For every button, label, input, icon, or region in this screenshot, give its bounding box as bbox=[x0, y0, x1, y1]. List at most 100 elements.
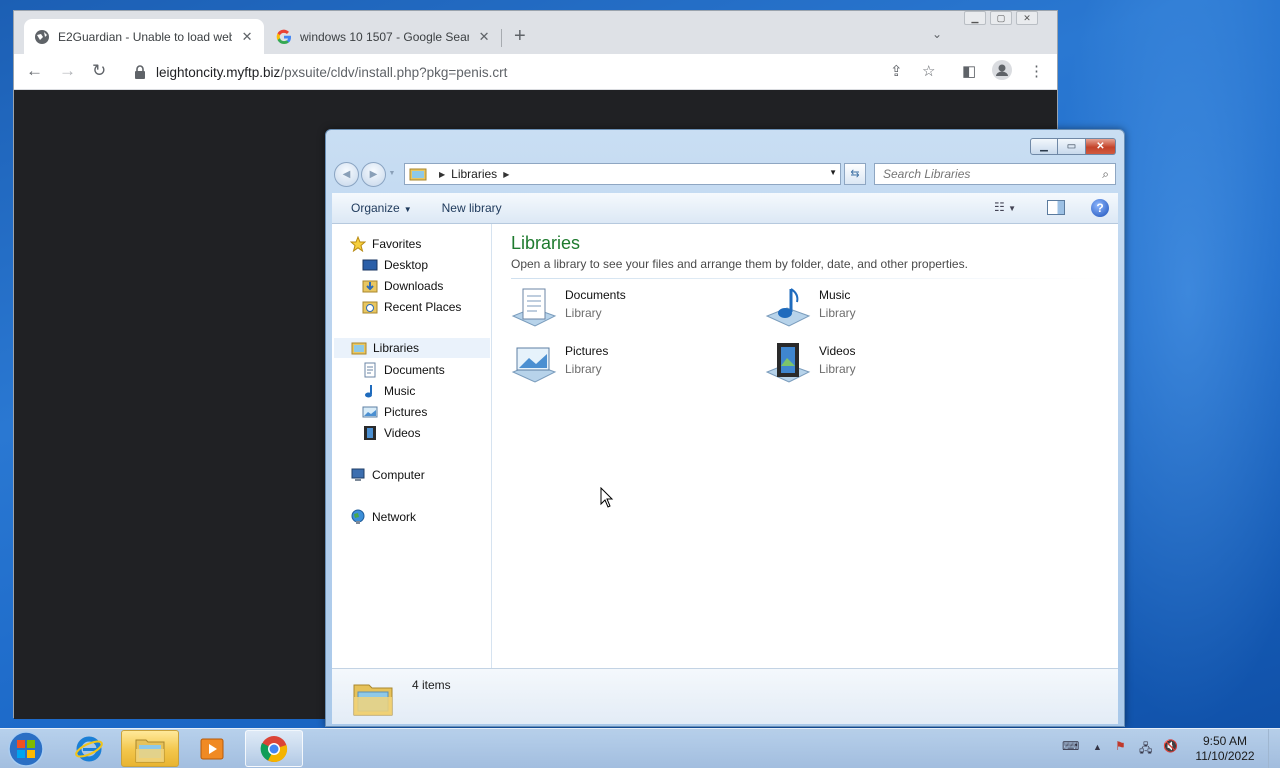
nav-libraries[interactable]: Libraries bbox=[334, 338, 490, 358]
library-name: Pictures bbox=[565, 344, 609, 358]
library-type: Library bbox=[819, 362, 856, 376]
nav-videos[interactable]: Videos bbox=[362, 423, 420, 443]
maximize-button[interactable]: ▭ bbox=[1058, 138, 1086, 155]
recent-pages-dropdown-icon[interactable]: ▼ bbox=[388, 162, 396, 187]
back-button[interactable]: ◀ bbox=[334, 162, 359, 187]
mouse-cursor-icon bbox=[600, 487, 614, 508]
folder-icon bbox=[135, 739, 165, 762]
nav-music-label: Music bbox=[384, 384, 416, 398]
forward-button[interactable]: ▶ bbox=[361, 162, 386, 187]
search-icon[interactable]: ⌕ bbox=[1102, 167, 1109, 182]
divider bbox=[511, 278, 1103, 279]
breadcrumb-arrow-icon[interactable]: ▶ bbox=[503, 170, 509, 179]
kebab-menu-icon[interactable]: ⋮ bbox=[1029, 62, 1044, 80]
nav-computer-label: Computer bbox=[372, 468, 425, 482]
nav-pictures-label: Pictures bbox=[384, 405, 428, 419]
nav-network-label: Network bbox=[372, 510, 417, 524]
downloads-folder-icon bbox=[362, 280, 378, 293]
taskbar-google-chrome[interactable] bbox=[245, 730, 303, 767]
nav-network[interactable]: Network bbox=[350, 507, 416, 527]
libraries-folder-icon bbox=[353, 684, 393, 716]
explorer-window: ▁ ▭ ✕ ◀ ▶ ▼ ▶ Libraries ▶ ▼ ⇆ ⌕ Organize… bbox=[325, 129, 1125, 727]
taskbar-media-player[interactable] bbox=[183, 730, 241, 767]
organize-label: Organize bbox=[351, 201, 400, 215]
breadcrumb-libraries[interactable]: Libraries bbox=[451, 167, 497, 181]
system-clock[interactable]: 9:50 AM 11/10/2022 bbox=[1180, 734, 1270, 764]
url-host: leightoncity.myftp.biz bbox=[156, 64, 281, 80]
close-tab-icon[interactable]: ✕ bbox=[477, 29, 491, 45]
new-library-button[interactable]: New library bbox=[442, 201, 502, 215]
nav-computer[interactable]: Computer bbox=[350, 465, 425, 485]
library-pictures[interactable]: Pictures Library bbox=[511, 342, 608, 386]
preview-pane-button[interactable] bbox=[1047, 200, 1065, 215]
library-documents[interactable]: Documents Library bbox=[511, 286, 626, 330]
change-view-button[interactable]: ☷ ▼ bbox=[994, 200, 1016, 214]
share-icon[interactable]: ⇪ bbox=[890, 62, 903, 80]
nav-documents-label: Documents bbox=[384, 363, 445, 377]
recent-places-icon bbox=[362, 301, 378, 314]
library-content-area: Libraries Open a library to see your fil… bbox=[492, 224, 1118, 668]
nav-documents[interactable]: Documents bbox=[362, 360, 445, 380]
minimize-button[interactable]: ▁ bbox=[1030, 138, 1058, 155]
address-bar[interactable]: leightoncity.myftp.biz/pxsuite/cldv/inst… bbox=[122, 58, 952, 86]
minimize-button[interactable]: ▁ bbox=[964, 11, 986, 25]
libraries-icon bbox=[409, 168, 427, 181]
forward-icon[interactable]: → bbox=[59, 61, 76, 81]
chrome-icon bbox=[260, 735, 288, 762]
nav-desktop[interactable]: Desktop bbox=[362, 255, 428, 275]
library-type: Library bbox=[819, 306, 856, 320]
nav-favorites[interactable]: Favorites bbox=[350, 234, 421, 254]
taskbar-internet-explorer[interactable] bbox=[60, 730, 118, 767]
internet-explorer-icon bbox=[75, 736, 103, 761]
refresh-button[interactable]: ⇆ bbox=[844, 163, 866, 185]
tab-e2guardian[interactable]: E2Guardian - Unable to load web ✕ bbox=[24, 19, 264, 54]
start-button[interactable] bbox=[6, 730, 46, 768]
tab-title: windows 10 1507 - Google Search bbox=[300, 29, 470, 44]
view-dropdown-icon[interactable]: ▼ bbox=[1008, 204, 1016, 213]
new-tab-button[interactable]: + bbox=[514, 25, 526, 48]
close-tab-icon[interactable]: ✕ bbox=[240, 29, 254, 45]
google-icon bbox=[276, 29, 291, 44]
tab-search-dropdown-icon[interactable]: ⌄ bbox=[932, 27, 942, 41]
profile-avatar[interactable] bbox=[992, 60, 1012, 84]
network-status-icon[interactable]: 🖧 bbox=[1139, 739, 1152, 760]
reload-icon[interactable]: ↻ bbox=[92, 61, 106, 81]
show-desktop-button[interactable] bbox=[1268, 729, 1280, 768]
side-panel-icon[interactable]: ◧ bbox=[962, 62, 976, 80]
address-bar[interactable]: ▶ Libraries ▶ ▼ bbox=[404, 163, 841, 185]
search-input[interactable] bbox=[875, 167, 1085, 181]
nav-downloads[interactable]: Downloads bbox=[362, 276, 443, 296]
breadcrumb-arrow-icon[interactable]: ▶ bbox=[439, 170, 445, 179]
tab-strip: E2Guardian - Unable to load web ✕ window… bbox=[14, 11, 1057, 54]
back-icon[interactable]: ← bbox=[26, 61, 43, 81]
close-button[interactable]: ✕ bbox=[1086, 138, 1116, 155]
close-button[interactable]: ✕ bbox=[1016, 11, 1038, 25]
navigation-pane: Favorites Desktop Downloads Recent Place… bbox=[332, 224, 492, 668]
maximize-button[interactable]: ▢ bbox=[990, 11, 1012, 25]
search-box: ⌕ bbox=[874, 163, 1116, 185]
library-name: Documents bbox=[565, 288, 626, 302]
library-music[interactable]: Music Library bbox=[765, 286, 856, 330]
library-name: Videos bbox=[819, 344, 856, 358]
documents-icon bbox=[364, 362, 376, 378]
tab-google-search[interactable]: windows 10 1507 - Google Search ✕ bbox=[266, 19, 501, 54]
lock-icon bbox=[135, 65, 145, 79]
volume-muted-icon[interactable]: 🔇 bbox=[1163, 739, 1178, 753]
nav-recent-places[interactable]: Recent Places bbox=[362, 297, 461, 317]
videos-library-icon bbox=[765, 343, 811, 383]
show-hidden-icons-icon[interactable]: ▲ bbox=[1093, 742, 1102, 752]
library-type: Library bbox=[565, 306, 602, 320]
keyboard-icon[interactable]: ⌨ bbox=[1062, 739, 1079, 753]
organize-button[interactable]: Organize ▼ bbox=[351, 201, 412, 215]
nav-libraries-label: Libraries bbox=[373, 341, 420, 355]
help-icon[interactable]: ? bbox=[1091, 199, 1109, 217]
taskbar-windows-explorer[interactable] bbox=[121, 730, 179, 767]
profile-icon bbox=[992, 60, 1012, 80]
nav-pictures[interactable]: Pictures bbox=[362, 402, 427, 422]
nav-music[interactable]: Music bbox=[362, 381, 415, 401]
bookmark-star-icon[interactable]: ☆ bbox=[922, 62, 935, 80]
address-dropdown-icon[interactable]: ▼ bbox=[829, 168, 837, 177]
library-videos[interactable]: Videos Library bbox=[765, 342, 856, 386]
back-forward-buttons: ◀ ▶ ▼ bbox=[334, 162, 398, 187]
action-center-alert-icon[interactable]: ⚑ bbox=[1115, 739, 1126, 753]
